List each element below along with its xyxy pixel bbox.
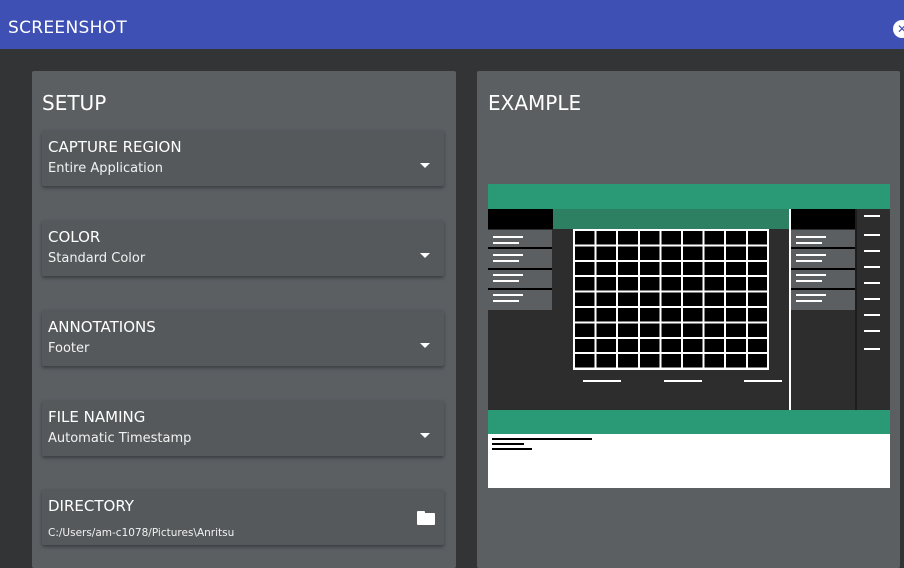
example-title: EXAMPLE: [488, 91, 582, 115]
window-title: SCREENSHOT: [8, 18, 128, 38]
capture-region-dropdown[interactable]: CAPTURE REGION Entire Application: [42, 130, 444, 186]
capture-region-value: Entire Application: [48, 161, 163, 176]
directory-label: DIRECTORY: [48, 497, 134, 515]
close-icon[interactable]: ✕: [893, 20, 904, 38]
annotations-dropdown[interactable]: ANNOTATIONS Footer: [42, 310, 444, 366]
chevron-down-icon: [420, 163, 430, 168]
chevron-down-icon: [420, 253, 430, 258]
example-panel: EXAMPLE: [477, 71, 900, 568]
directory-value: C:/Users/am-c1078/Pictures\Anritsu: [48, 527, 235, 539]
title-bar: SCREENSHOT ✕: [0, 0, 904, 49]
chevron-down-icon: [420, 343, 430, 348]
folder-icon[interactable]: [417, 511, 435, 525]
capture-region-label: CAPTURE REGION: [48, 138, 182, 156]
file-naming-dropdown[interactable]: FILE NAMING Automatic Timestamp: [42, 400, 444, 456]
file-naming-label: FILE NAMING: [48, 408, 146, 426]
color-value: Standard Color: [48, 251, 146, 266]
annotations-label: ANNOTATIONS: [48, 318, 156, 336]
annotations-value: Footer: [48, 341, 90, 356]
color-dropdown[interactable]: COLOR Standard Color: [42, 220, 444, 276]
color-label: COLOR: [48, 228, 101, 246]
file-naming-value: Automatic Timestamp: [48, 431, 192, 446]
directory-field[interactable]: DIRECTORY C:/Users/am-c1078/Pictures\Anr…: [42, 489, 444, 545]
chevron-down-icon: [420, 433, 430, 438]
setup-title: SETUP: [42, 91, 107, 115]
setup-panel: SETUP CAPTURE REGION Entire Application …: [32, 71, 456, 568]
example-preview-image: [488, 184, 890, 488]
